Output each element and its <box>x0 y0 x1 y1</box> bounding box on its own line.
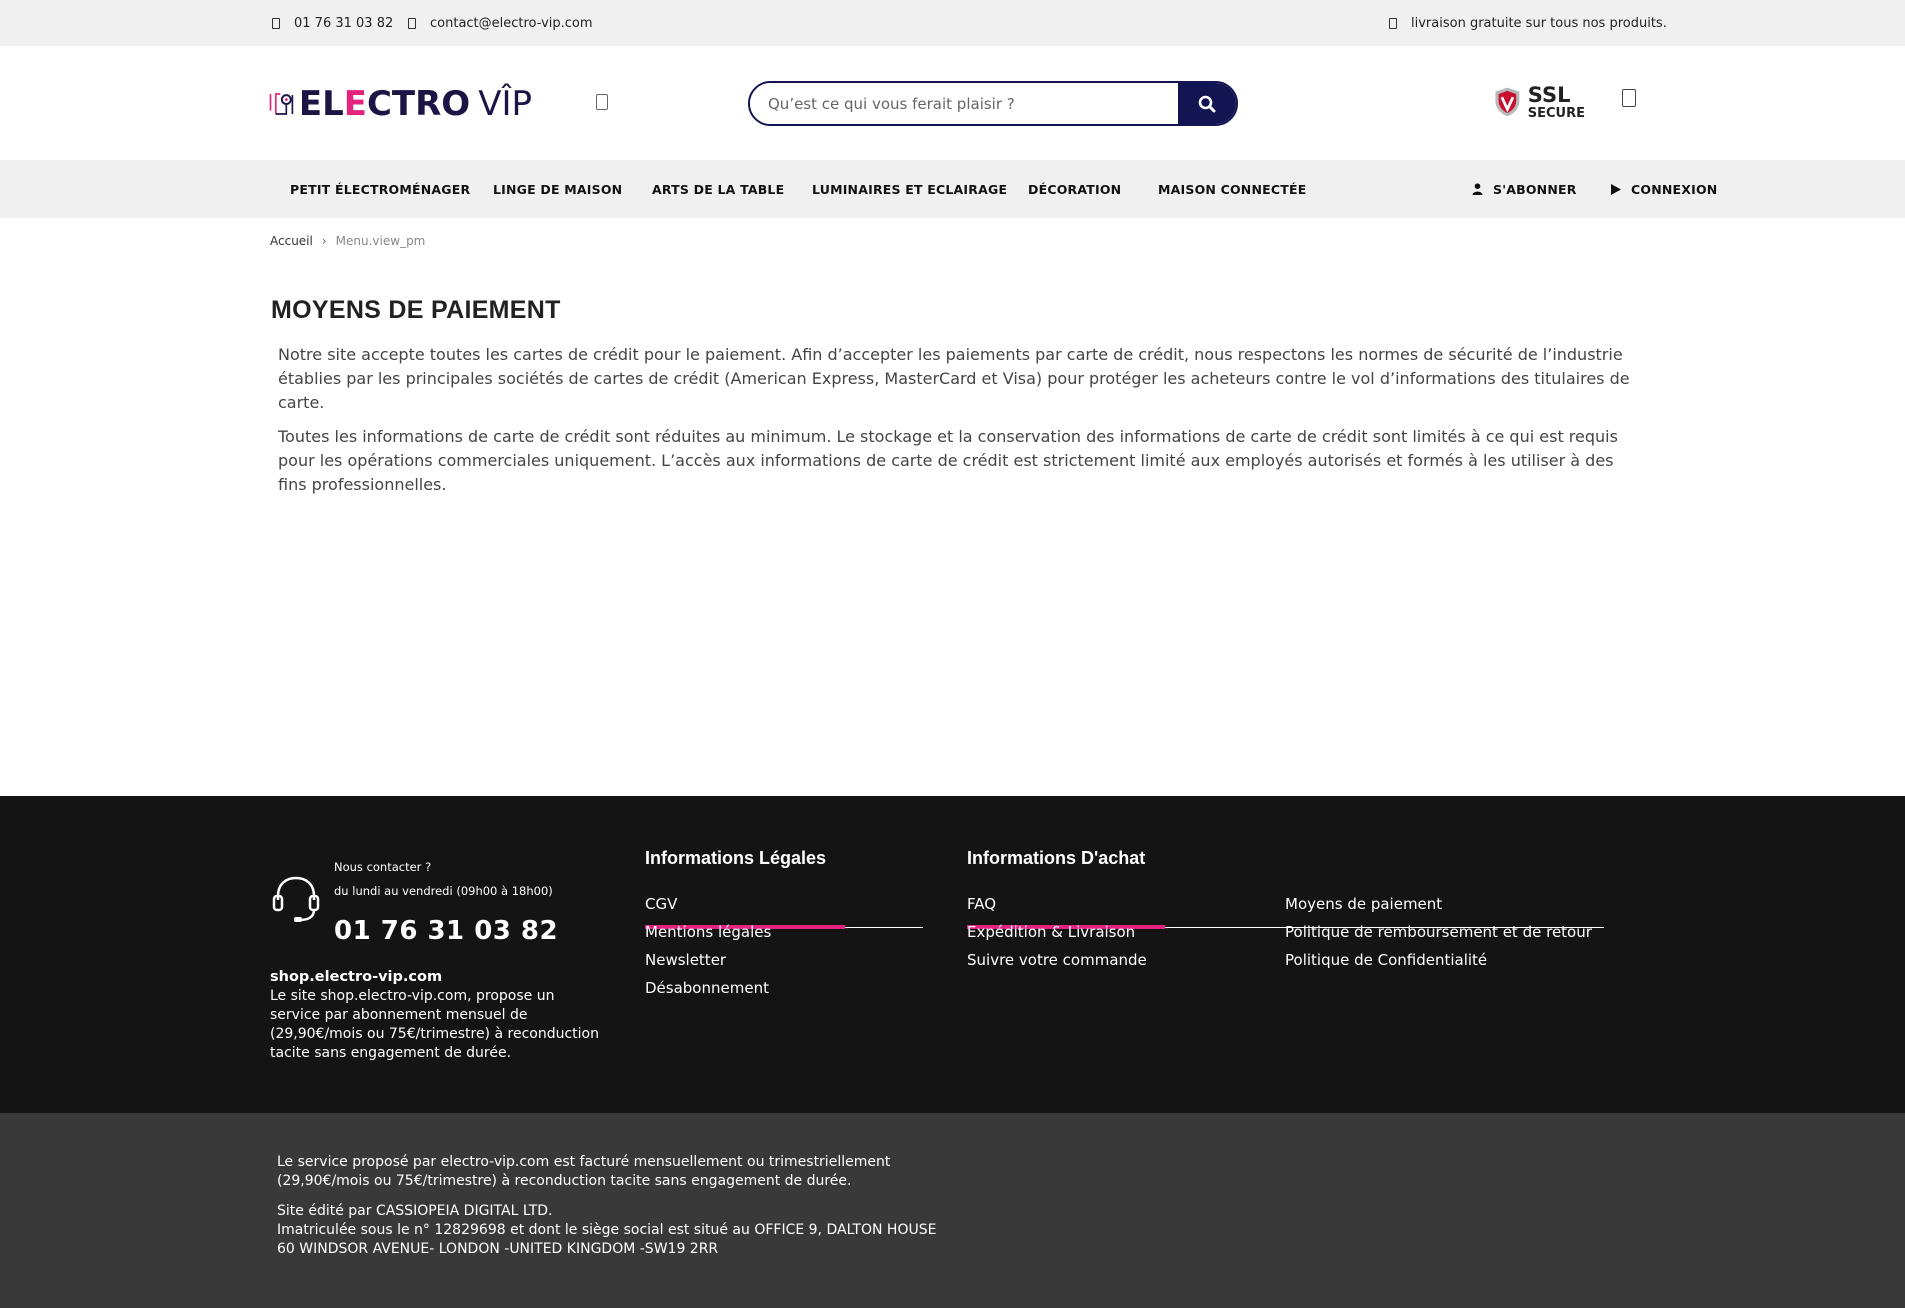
footer-purchase-links-1: FAQ Expédition & Livraison Suivre votre … <box>967 890 1147 974</box>
site-header: ELECTROVÎP SSL SECURE <box>0 46 1905 160</box>
page-title: MOYENS DE PAIEMENT <box>271 296 561 324</box>
footer-bottom: Le service proposé par electro-vip.com e… <box>0 1113 1905 1308</box>
ssl-label: SSL <box>1527 82 1571 107</box>
footer-about-text: Le site shop.electro-vip.com, propose un… <box>270 988 599 1061</box>
breadcrumb-home[interactable]: Accueil <box>270 234 313 248</box>
content-paragraph: Notre site accepte toutes les cartes de … <box>278 345 1630 412</box>
ssl-secure-badge: SSL SECURE <box>1493 80 1585 124</box>
editor-line-1: Site édité par CASSIOPEIA DIGITAL LTD. <box>277 1203 553 1219</box>
login-label: CONNEXION <box>1631 181 1718 197</box>
footer-link-faq[interactable]: FAQ <box>967 890 1147 918</box>
main-navigation: PETIT ÉLECTROMÉNAGER LINGE DE MAISON ART… <box>0 160 1905 218</box>
footer-link-confidentialite[interactable]: Politique de Confidentialité <box>1285 946 1592 974</box>
footer-purchase-title: Informations D'achat <box>967 848 1146 868</box>
billing-notice: Le service proposé par electro-vip.com e… <box>277 1154 891 1189</box>
search-bar <box>748 81 1238 126</box>
play-icon <box>1611 183 1621 195</box>
cart-icon[interactable] <box>1622 89 1636 107</box>
footer-link-remboursement[interactable]: Politique de remboursement et de retour <box>1285 918 1592 946</box>
footer-link-cgv[interactable]: CGV <box>645 890 771 918</box>
content-paragraph: Toutes les informations de carte de créd… <box>278 427 1618 494</box>
search-input[interactable] <box>750 83 1178 124</box>
user-icon <box>1472 183 1483 195</box>
logo-text-part4: VÎP <box>478 84 532 124</box>
topbar-email[interactable]: contact@electro-vip.com <box>408 0 593 46</box>
ssl-text: SSL SECURE <box>1527 82 1585 121</box>
breadcrumb: Accueil › Menu.view_pm <box>270 234 425 248</box>
nav-item-petit-electromenager[interactable]: PETIT ÉLECTROMÉNAGER <box>290 160 470 218</box>
subscribe-link[interactable]: S'ABONNER <box>1472 160 1577 218</box>
contact-label: Nous contacter ? <box>334 860 432 874</box>
footer-legal-column: Informations Légales CGV Mentions légale… <box>645 848 923 997</box>
nav-item-arts-de-la-table[interactable]: ARTS DE LA TABLE <box>652 160 784 218</box>
nav-item-decoration[interactable]: DÉCORATION <box>1028 160 1121 218</box>
shield-icon <box>1495 87 1520 117</box>
footer-about: shop.electro-vip.com Le site shop.electr… <box>270 968 600 1063</box>
topbar-phone-text: 01 76 31 03 82 <box>294 15 394 31</box>
footer-link-desabonnement[interactable]: Désabonnement <box>645 974 771 1002</box>
editor-line-2: Imatriculée sous le n° 12829698 et dont … <box>277 1222 937 1257</box>
breadcrumb-current: Menu.view_pm <box>335 234 426 248</box>
footer-legal-title: Informations Légales <box>645 848 827 868</box>
headset-icon <box>272 876 320 922</box>
login-link[interactable]: CONNEXION <box>1611 160 1717 218</box>
site-footer: Nous contacter ? du lundi au vendredi (0… <box>0 796 1905 1113</box>
nav-item-maison-connectee[interactable]: MAISON CONNECTÉE <box>1158 160 1306 218</box>
logo-text-part3: CTRO <box>366 84 471 124</box>
truck-icon <box>1389 17 1397 29</box>
logo-mark-icon <box>269 93 294 115</box>
footer-link-newsletter[interactable]: Newsletter <box>645 946 771 974</box>
contact-hours: du lundi au vendredi (09h00 à 18h00) <box>334 884 553 898</box>
secure-label: SECURE <box>1527 105 1585 121</box>
logo-wordmark: ELECTRO VÎP <box>299 84 532 124</box>
mail-icon <box>408 17 416 29</box>
nav-item-luminaires[interactable]: LUMINAIRES ET ECLAIRAGE <box>812 160 1007 218</box>
footer-legal-links: CGV Mentions légales Newsletter Désabonn… <box>645 890 771 1002</box>
topbar-email-text: contact@electro-vip.com <box>430 15 593 31</box>
footer-purchase-links-2: Moyens de paiement Politique de rembours… <box>1285 890 1592 974</box>
topbar-phone[interactable]: 01 76 31 03 82 <box>272 0 393 46</box>
menu-toggle-icon[interactable] <box>596 94 608 110</box>
breadcrumb-separator: › <box>321 234 327 248</box>
nav-item-linge-de-maison[interactable]: LINGE DE MAISON <box>493 160 622 218</box>
footer-site-name: shop.electro-vip.com <box>270 969 443 985</box>
topbar-shipping: livraison gratuite sur tous nos produits… <box>1389 0 1667 46</box>
phone-icon <box>272 17 280 29</box>
topbar-shipping-text: livraison gratuite sur tous nos produits… <box>1411 15 1667 31</box>
logo-text-part2: E <box>343 84 367 124</box>
search-icon <box>1198 95 1216 112</box>
footer-link-paiement[interactable]: Moyens de paiement <box>1285 890 1592 918</box>
subscribe-label: S'ABONNER <box>1493 181 1577 197</box>
footer-link-expedition[interactable]: Expédition & Livraison <box>967 918 1147 946</box>
footer-purchase-column: Informations D'achat FAQ Expédition & Li… <box>967 848 1604 969</box>
footer-phone[interactable]: 01 76 31 03 82 <box>334 916 558 946</box>
search-button[interactable] <box>1178 83 1236 124</box>
logo-text-part1: EL <box>298 84 344 124</box>
footer-link-mentions[interactable]: Mentions légales <box>645 918 771 946</box>
site-logo[interactable]: ELECTRO VÎP <box>268 78 532 130</box>
footer-link-suivi[interactable]: Suivre votre commande <box>967 946 1147 974</box>
top-info-bar: 01 76 31 03 82 contact@electro-vip.com l… <box>0 0 1905 46</box>
page-content: Notre site accepte toutes les cartes de … <box>278 343 1638 507</box>
